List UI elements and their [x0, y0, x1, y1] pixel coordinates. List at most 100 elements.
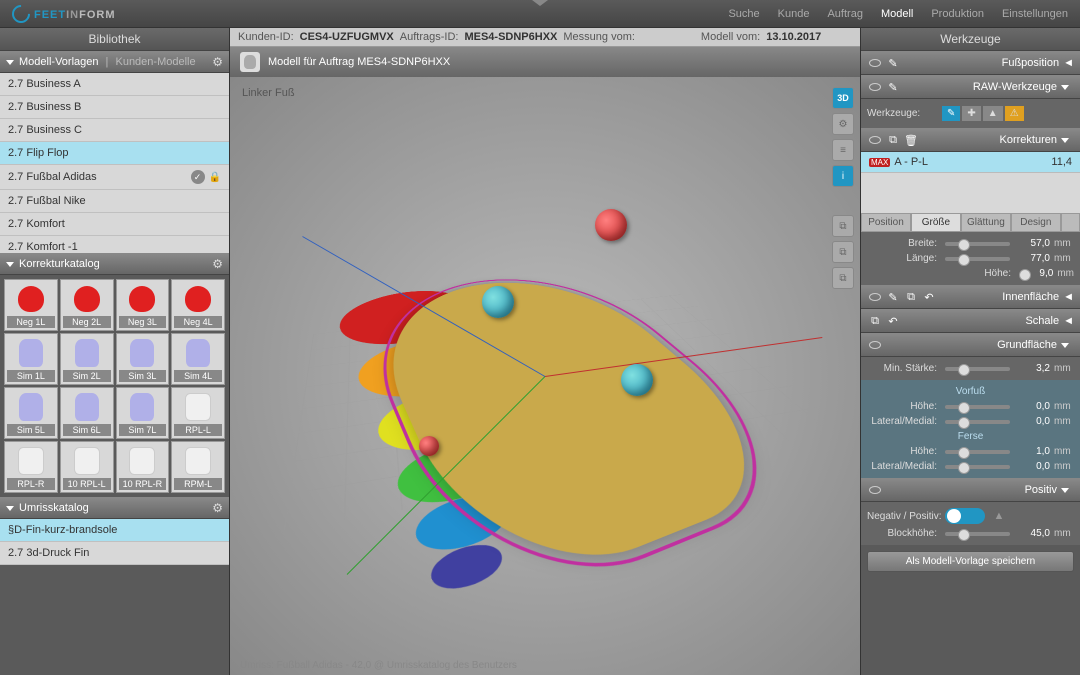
vf-lm-slider[interactable]	[945, 420, 1010, 424]
outline-list: §D-Fin-kurz-brandsole 2.7 3d-Druck Fin	[0, 519, 229, 565]
wrench-icon[interactable]: ✎	[885, 289, 901, 305]
library-title: Bibliothek	[0, 28, 229, 51]
undo-icon[interactable]: ↶	[921, 289, 937, 305]
catalog-item[interactable]: Sim 4L	[171, 333, 225, 385]
catalog-item[interactable]: Neg 2L	[60, 279, 114, 331]
catalog-item[interactable]: RPL-R	[4, 441, 58, 493]
eye-icon[interactable]	[867, 289, 883, 305]
minstaerke-slider[interactable]	[945, 367, 1010, 371]
list-item[interactable]: 2.7 Fußbal Adidas✓🔒	[0, 165, 229, 190]
gear-icon[interactable]: ⚙	[212, 55, 223, 69]
viewport-footer: Umriss: Fußball Adidas - 42,0 @ Umrisska…	[240, 660, 517, 671]
section-schale[interactable]: ⧉ ↶ Schale ◄	[861, 309, 1080, 333]
catalog-item[interactable]: Sim 5L	[4, 387, 58, 439]
copy-icon[interactable]: ⧉	[885, 132, 901, 148]
copy-icon[interactable]: ⧉	[867, 313, 883, 329]
list-item[interactable]: 2.7 Komfort -1	[0, 236, 229, 253]
catalog-item[interactable]: Sim 7L	[116, 387, 170, 439]
catalog-item[interactable]: Neg 1L	[4, 279, 58, 331]
list-item[interactable]: 2.7 Komfort	[0, 213, 229, 236]
nav-einstellungen[interactable]: Einstellungen	[1002, 8, 1068, 20]
eye-icon[interactable]	[867, 79, 883, 95]
section-modellvorlagen[interactable]: Modell-Vorlagen | Kunden-Modelle ⚙	[0, 51, 229, 73]
catalog-item[interactable]: 10 RPL-R	[116, 441, 170, 493]
eye-icon[interactable]	[867, 132, 883, 148]
info-icon[interactable]: i	[832, 165, 854, 187]
max-badge: MAX	[869, 158, 890, 167]
tab-design[interactable]: Design	[1011, 213, 1061, 232]
catalog-item[interactable]: Sim 6L	[60, 387, 114, 439]
negpos-toggle[interactable]	[945, 508, 985, 524]
catalog-item[interactable]: RPM-L	[171, 441, 225, 493]
section-raw[interactable]: ✎ RAW-Werkzeuge	[861, 75, 1080, 99]
copy-icon[interactable]: ⧉	[832, 215, 854, 237]
fe-hoehe-slider[interactable]	[945, 450, 1010, 454]
tab-glaettung[interactable]: Glättung	[961, 213, 1011, 232]
catalog-item[interactable]: Sim 3L	[116, 333, 170, 385]
library-sidebar: Bibliothek Modell-Vorlagen | Kunden-Mode…	[0, 28, 230, 675]
section-umrisskatalog[interactable]: Umrisskatalog ⚙	[0, 497, 229, 519]
undo-icon[interactable]: ↶	[885, 313, 901, 329]
tool-btn[interactable]: ✎	[941, 105, 961, 122]
nav-kunde[interactable]: Kunde	[778, 8, 810, 20]
eye-icon[interactable]	[867, 337, 883, 353]
lock-icon: 🔒	[209, 172, 221, 183]
layers-icon[interactable]: ≡	[832, 139, 854, 161]
catalog-item[interactable]: RPL-L	[171, 387, 225, 439]
eye-icon[interactable]	[867, 55, 883, 71]
copy-icon[interactable]: ⧉	[832, 241, 854, 263]
catalog-item[interactable]: Sim 1L	[4, 333, 58, 385]
viewport-3d[interactable]: Linker Fuß 3D ⚙ ≡ i ⧉ ⧉ ⧉ Umriss	[230, 77, 860, 675]
save-template-button[interactable]: Als Modell-Vorlage speichern	[867, 551, 1074, 572]
nav-suche[interactable]: Suche	[728, 8, 759, 20]
section-korrekturkatalog[interactable]: Korrekturkatalog ⚙	[0, 253, 229, 275]
tab-more[interactable]	[1061, 213, 1080, 232]
section-grundflaeche[interactable]: Grundfläche	[861, 333, 1080, 357]
nav-produktion[interactable]: Produktion	[931, 8, 984, 20]
catalog-item[interactable]: Sim 2L	[60, 333, 114, 385]
laenge-slider[interactable]	[945, 257, 1010, 261]
fe-lm-slider[interactable]	[945, 465, 1010, 469]
tool-btn[interactable]: ⚠	[1004, 105, 1025, 122]
vf-hoehe-slider[interactable]	[945, 405, 1010, 409]
copy-icon[interactable]: ⧉	[903, 289, 919, 305]
info-bar: Kunden-ID:CES4-UZFUGMVX Auftrags-ID:MES4…	[230, 28, 860, 47]
gear-icon[interactable]: ⚙	[212, 501, 223, 515]
list-item[interactable]: 2.7 Business A	[0, 73, 229, 96]
main-nav: Suche Kunde Auftrag Modell Produktion Ei…	[728, 8, 1068, 20]
blockhoehe-slider[interactable]	[945, 532, 1010, 536]
copy-icon[interactable]: ⧉	[832, 267, 854, 289]
nav-auftrag[interactable]: Auftrag	[827, 8, 862, 20]
catalog-item[interactable]: 10 RPL-L	[60, 441, 114, 493]
trash-icon[interactable]: 🗑	[903, 132, 919, 148]
check-icon: ✓	[191, 170, 205, 184]
catalog-item[interactable]: Neg 3L	[116, 279, 170, 331]
breite-slider[interactable]	[945, 242, 1010, 246]
tab-position[interactable]: Position	[861, 213, 911, 232]
wrench-icon[interactable]: ✎	[885, 55, 901, 71]
section-korrekturen[interactable]: ⧉ 🗑 Korrekturen	[861, 128, 1080, 152]
eye-icon[interactable]	[867, 482, 883, 498]
nav-modell[interactable]: Modell	[881, 8, 913, 20]
view-3d-button[interactable]: 3D	[832, 87, 854, 109]
section-fussposition[interactable]: ✎ Fußposition ◄	[861, 51, 1080, 75]
template-list: 2.7 Business A 2.7 Business B 2.7 Busine…	[0, 73, 229, 253]
list-item[interactable]: §D-Fin-kurz-brandsole	[0, 519, 229, 542]
chevron-left-icon: ◄	[1063, 315, 1074, 327]
correction-row[interactable]: MAX A - P-L 11,4	[861, 152, 1080, 173]
catalog-item[interactable]: Neg 4L	[171, 279, 225, 331]
section-positiv[interactable]: Positiv	[861, 478, 1080, 502]
gear-icon[interactable]: ⚙	[212, 257, 223, 271]
list-item[interactable]: 2.7 Fußbal Nike	[0, 190, 229, 213]
tool-btn[interactable]: ✚	[961, 105, 981, 122]
wrench-icon[interactable]: ✎	[885, 79, 901, 95]
tab-groesse[interactable]: Größe	[911, 213, 961, 232]
list-item[interactable]: 2.7 Flip Flop	[0, 142, 229, 165]
list-item[interactable]: 2.7 Business C	[0, 119, 229, 142]
gear-icon[interactable]: ⚙	[832, 113, 854, 135]
tool-btn[interactable]: ▲	[982, 105, 1004, 122]
header-chevron-icon	[532, 0, 548, 6]
list-item[interactable]: 2.7 3d-Druck Fin	[0, 542, 229, 565]
section-innenflaeche[interactable]: ✎ ⧉ ↶ Innenfläche ◄	[861, 285, 1080, 309]
list-item[interactable]: 2.7 Business B	[0, 96, 229, 119]
